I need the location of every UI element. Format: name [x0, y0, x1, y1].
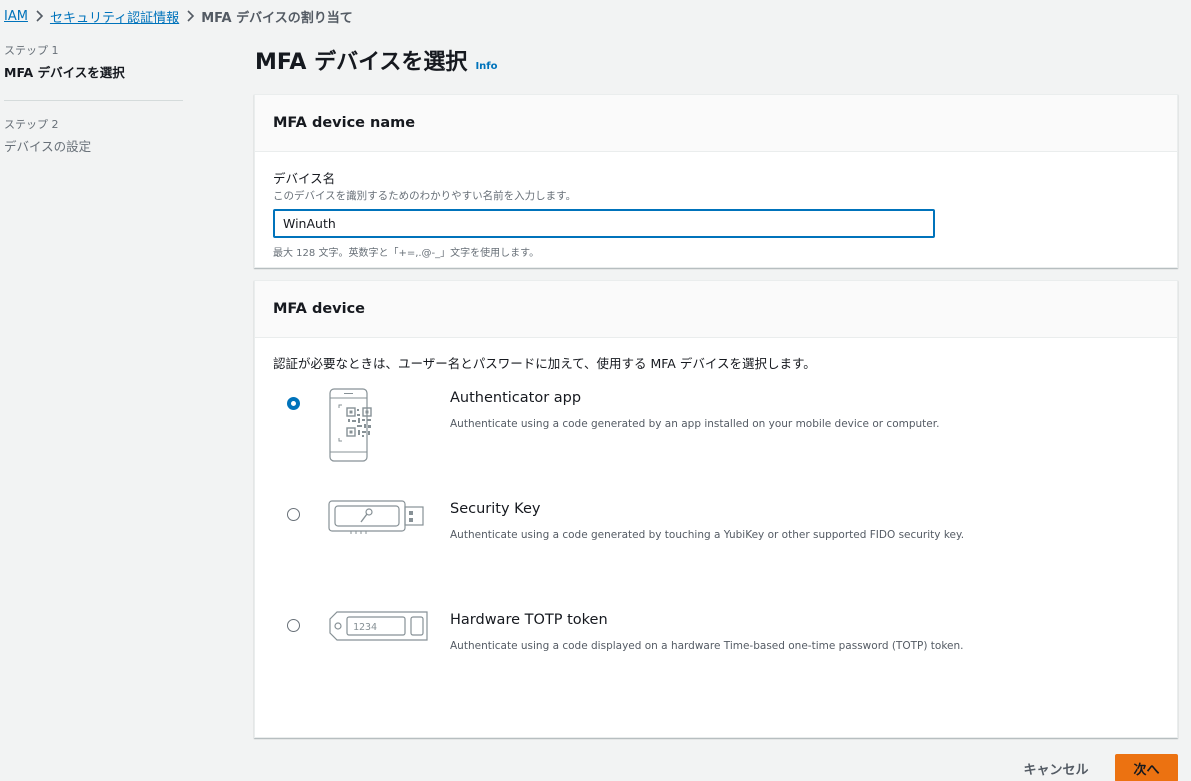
step-2-number: ステップ 2 — [4, 118, 59, 131]
mfa-device-panel-header: MFA device — [255, 281, 1177, 338]
option-authenticator-app[interactable]: Authenticator app Authenticate using a c… — [255, 381, 1175, 471]
step-1-number: ステップ 1 — [4, 44, 59, 57]
step-1: ステップ 1 MFA デバイスを選択 — [4, 42, 183, 81]
chevron-right-icon — [28, 9, 50, 24]
step-2: ステップ 2 デバイスの設定 — [4, 116, 183, 155]
option-authenticator-app-description: Authenticate using a code generated by a… — [450, 418, 940, 430]
radio-hardware-totp[interactable] — [287, 619, 300, 632]
phone-qr-icon — [327, 388, 389, 466]
breadcrumb-iam-link[interactable]: IAM — [4, 9, 28, 24]
option-hardware-totp-title: Hardware TOTP token — [450, 612, 608, 628]
info-link[interactable]: Info — [475, 61, 497, 72]
device-name-label: デバイス名 — [273, 171, 336, 186]
totp-token-digits: 1234 — [353, 622, 377, 633]
chevron-right-icon — [179, 9, 201, 24]
page-title: MFA デバイスを選択 Info — [255, 44, 498, 76]
radio-authenticator-app[interactable] — [287, 397, 300, 410]
step-2-title: デバイスの設定 — [4, 139, 92, 154]
cancel-button[interactable]: キャンセル — [1013, 754, 1099, 781]
totp-token-icon: 1234 — [327, 609, 431, 647]
mfa-device-panel: MFA device 認証が必要なときは、ユーザー名とパスワードに加えて、使用す… — [254, 280, 1178, 738]
option-authenticator-app-title: Authenticator app — [450, 390, 582, 406]
breadcrumb-current: MFA デバイスの割り当て — [201, 10, 353, 26]
device-name-description: このデバイスを識別するためのわかりやすい名前を入力します。 — [273, 190, 577, 202]
option-security-key[interactable]: Security Key Authenticate using a code g… — [255, 492, 1175, 582]
device-name-panel-header: MFA device name — [255, 95, 1177, 152]
breadcrumb: IAM セキュリティ認証情報 MFA デバイスの割り当て — [4, 6, 353, 26]
option-security-key-description: Authenticate using a code generated by t… — [450, 529, 965, 541]
device-name-input[interactable] — [273, 209, 935, 238]
option-hardware-totp[interactable]: 1234 Hardware TOTP token Authenticate us… — [255, 603, 1175, 693]
device-name-panel: MFA device name デバイス名 このデバイスを識別するためのわかりや… — [254, 94, 1178, 268]
device-name-hint: 最大 128 文字。英数字と「+=,.@-_」文字を使用します。 — [273, 248, 540, 259]
usb-key-icon — [327, 499, 427, 539]
option-hardware-totp-description: Authenticate using a code displayed on a… — [450, 640, 964, 652]
page-title-text: MFA デバイスを選択 — [255, 50, 468, 75]
device-name-field: デバイス名 このデバイスを識別するためのわかりやすい名前を入力します。 最大 1… — [255, 152, 1177, 259]
radio-security-key[interactable] — [287, 508, 300, 521]
wizard-steps: ステップ 1 MFA デバイスを選択 ステップ 2 デバイスの設定 — [4, 42, 183, 155]
option-security-key-title: Security Key — [450, 501, 541, 517]
breadcrumb-security-credentials-link[interactable]: セキュリティ認証情報 — [50, 7, 179, 26]
step-divider — [4, 100, 183, 101]
next-button[interactable]: 次へ — [1115, 754, 1178, 781]
mfa-device-instruction: 認証が必要なときは、ユーザー名とパスワードに加えて、使用する MFA デバイスを… — [273, 356, 816, 371]
step-1-title: MFA デバイスを選択 — [4, 65, 125, 80]
